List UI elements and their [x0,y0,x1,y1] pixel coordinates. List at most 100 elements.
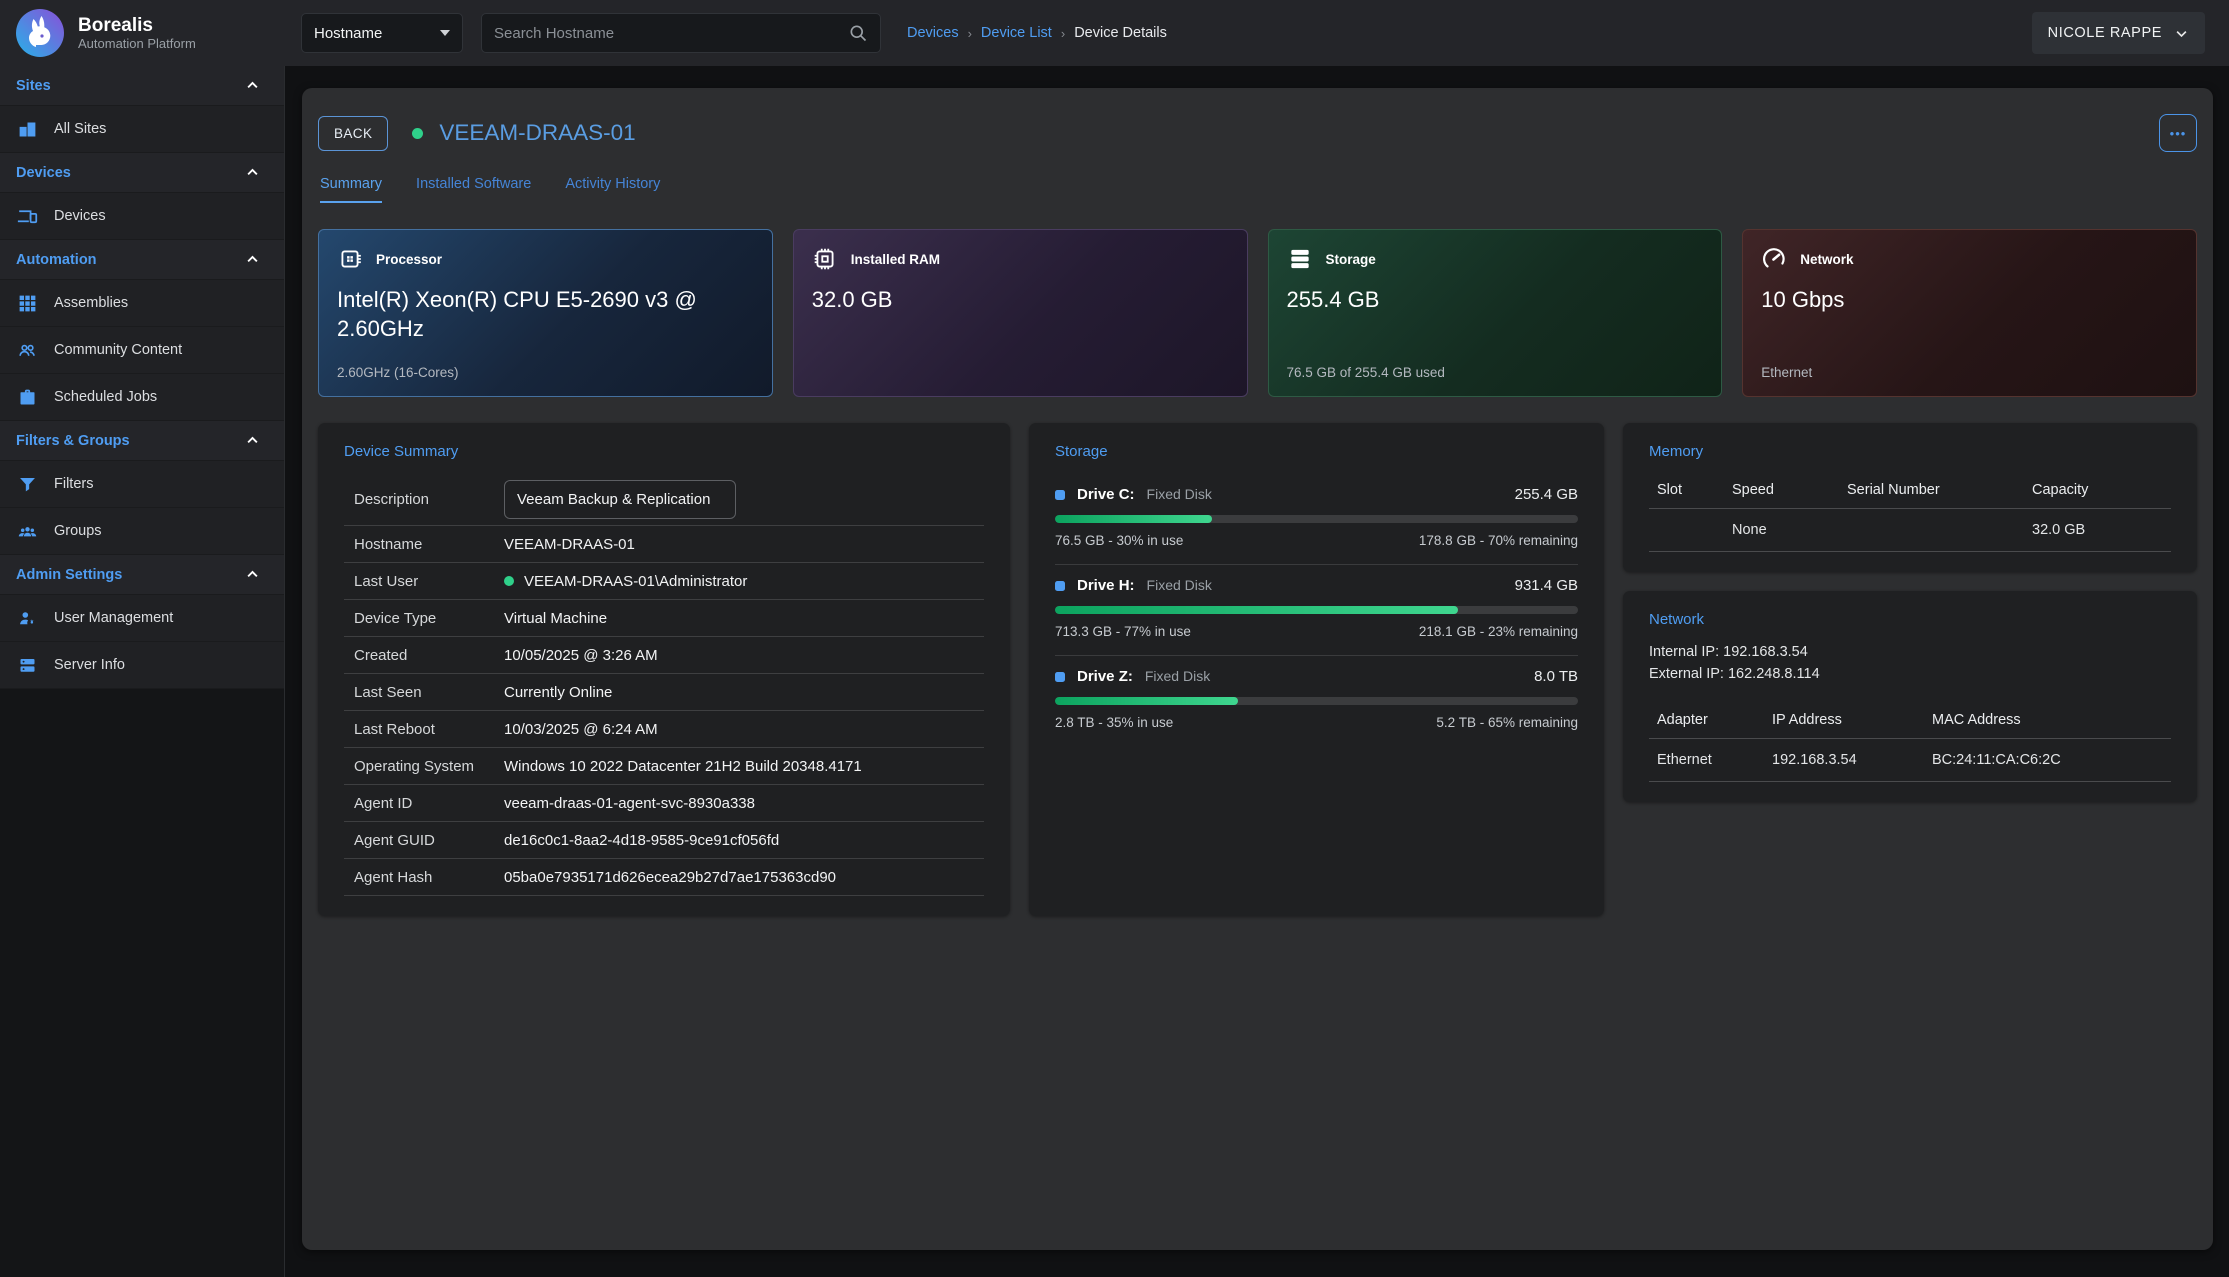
device-summary-panel: Device Summary Description Hostname VEEA… [318,423,1010,916]
device-details-card: BACK VEEAM-DRAAS-01 ••• Summary Installe… [302,88,2213,1250]
devices-icon [16,205,38,227]
sidebar-item-assemblies[interactable]: Assemblies [0,280,284,327]
people-icon [16,339,38,361]
processor-value: Intel(R) Xeon(R) CPU E5-2690 v3 @ 2.60GH… [337,286,754,343]
hostname-filter-select[interactable]: Hostname [301,13,463,53]
ram-value: 32.0 GB [812,286,1229,315]
sidebar-item-label: User Management [54,610,173,626]
internal-ip: Internal IP: 192.168.3.54 [1649,642,2171,664]
stat-label: Processor [376,252,442,267]
network-table: Adapter IP Address MAC Address Ethernet … [1649,704,2171,782]
search-input[interactable] [494,25,848,42]
sidebar-section-sites[interactable]: Sites [0,66,284,106]
network-value: 10 Gbps [1761,286,2178,315]
table-row: Agent ID veeam-draas-01-agent-svc-8930a3… [344,785,984,822]
memory-speed: None [1724,509,1839,552]
ram-icon [812,246,838,272]
tab-summary[interactable]: Summary [320,176,382,203]
drive-bullet-icon [1055,581,1065,591]
search-icon[interactable] [848,23,868,43]
brand-tagline: Automation Platform [78,36,196,51]
storage-card: Storage 255.4 GB 76.5 GB of 255.4 GB use… [1268,229,1723,397]
sidebar-item-label: Devices [54,208,106,224]
storage-sub: 76.5 GB of 255.4 GB used [1287,365,1704,380]
cpu-icon [337,246,363,272]
network-card: Network 10 Gbps Ethernet [1742,229,2197,397]
table-row: Hostname VEEAM-DRAAS-01 [344,526,984,563]
brand: Borealis Automation Platform [0,7,285,59]
drive-bullet-icon [1055,490,1065,500]
column-header: Adapter [1649,704,1764,739]
stat-cards: Processor Intel(R) Xeon(R) CPU E5-2690 v… [318,229,2197,397]
page-title: VEEAM-DRAAS-01 [439,120,635,146]
sidebar-item-community-content[interactable]: Community Content [0,327,284,374]
sidebar-item-label: Scheduled Jobs [54,389,157,405]
drive-bullet-icon [1055,672,1065,682]
tab-installed-software[interactable]: Installed Software [416,176,531,203]
main-area: BACK VEEAM-DRAAS-01 ••• Summary Installe… [286,66,2229,1277]
back-button[interactable]: BACK [318,116,388,151]
breadcrumb-device-list[interactable]: Device List [981,25,1052,41]
more-actions-button[interactable]: ••• [2159,114,2197,152]
server-icon [16,654,38,676]
sidebar-section-filters-groups[interactable]: Filters & Groups [0,421,284,461]
chevron-up-icon [245,252,260,267]
adapter-name: Ethernet [1649,739,1764,782]
sidebar-section-admin-settings[interactable]: Admin Settings [0,555,284,595]
network-sub: Ethernet [1761,365,2178,380]
memory-table: Slot Speed Serial Number Capacity None 3… [1649,474,2171,552]
drive-row-c: Drive C: Fixed Disk 255.4 GB 76.5 GB - 3… [1055,474,1578,565]
disks-icon [1287,246,1313,272]
drive-remaining: 178.8 GB - 70% remaining [1419,533,1578,548]
storage-value: 255.4 GB [1287,286,1704,315]
column-header: IP Address [1764,704,1924,739]
sidebar-item-groups[interactable]: Groups [0,508,284,555]
drive-used: 76.5 GB - 30% in use [1055,533,1183,548]
table-row: Created 10/05/2025 @ 3:26 AM [344,637,984,674]
breadcrumb-separator: › [1061,26,1065,41]
hostname-filter-label: Hostname [314,25,382,42]
device-summary-title: Device Summary [344,443,984,460]
chevron-up-icon [245,78,260,93]
user-menu[interactable]: NICOLE RAPPE [2032,12,2205,54]
briefcase-icon [16,386,38,408]
online-dot [504,576,514,586]
tab-activity-history[interactable]: Activity History [565,176,660,203]
description-input[interactable] [504,480,736,519]
memory-serial [1839,509,2024,552]
tabs: Summary Installed Software Activity Hist… [318,176,2197,203]
adapter-ip: 192.168.3.54 [1764,739,1924,782]
adapter-mac: BC:24:11:CA:C6:2C [1924,739,2171,782]
sidebar-item-all-sites[interactable]: All Sites [0,106,284,153]
sidebar-item-label: Server Info [54,657,125,673]
external-ip: External IP: 162.248.8.114 [1649,664,2171,686]
sidebar-section-automation[interactable]: Automation [0,240,284,280]
table-row: Agent Hash 05ba0e7935171d626ecea29b27d7a… [344,859,984,896]
user-name: NICOLE RAPPE [2048,25,2162,41]
sidebar-section-devices[interactable]: Devices [0,153,284,193]
brand-name: Borealis [78,15,196,37]
chevron-up-icon [245,433,260,448]
drive-remaining: 218.1 GB - 23% remaining [1419,624,1578,639]
table-row: Last Seen Currently Online [344,674,984,711]
column-header: MAC Address [1924,704,2171,739]
sidebar-item-label: Groups [54,523,102,539]
sidebar-item-devices[interactable]: Devices [0,193,284,240]
sidebar: Sites All Sites Devices Devices Automati… [0,66,285,1277]
drive-remaining: 5.2 TB - 65% remaining [1436,715,1578,730]
sidebar-item-server-info[interactable]: Server Info [0,642,284,689]
breadcrumb-separator: › [968,26,972,41]
column-header: Capacity [2024,474,2171,509]
brand-text: Borealis Automation Platform [78,15,196,52]
breadcrumb-devices[interactable]: Devices [907,25,959,41]
search-box[interactable] [481,13,881,53]
sidebar-item-scheduled-jobs[interactable]: Scheduled Jobs [0,374,284,421]
table-row: Last Reboot 10/03/2025 @ 6:24 AM [344,711,984,748]
page-header: BACK VEEAM-DRAAS-01 ••• [318,106,2197,152]
panels: Device Summary Description Hostname VEEA… [318,423,2197,916]
right-column: Memory Slot Speed Serial Number Capacity… [1623,423,2197,916]
sidebar-item-filters[interactable]: Filters [0,461,284,508]
topbar: Borealis Automation Platform Hostname De… [0,0,2229,66]
sidebar-item-user-management[interactable]: User Management [0,595,284,642]
memory-panel: Memory Slot Speed Serial Number Capacity… [1623,423,2197,572]
